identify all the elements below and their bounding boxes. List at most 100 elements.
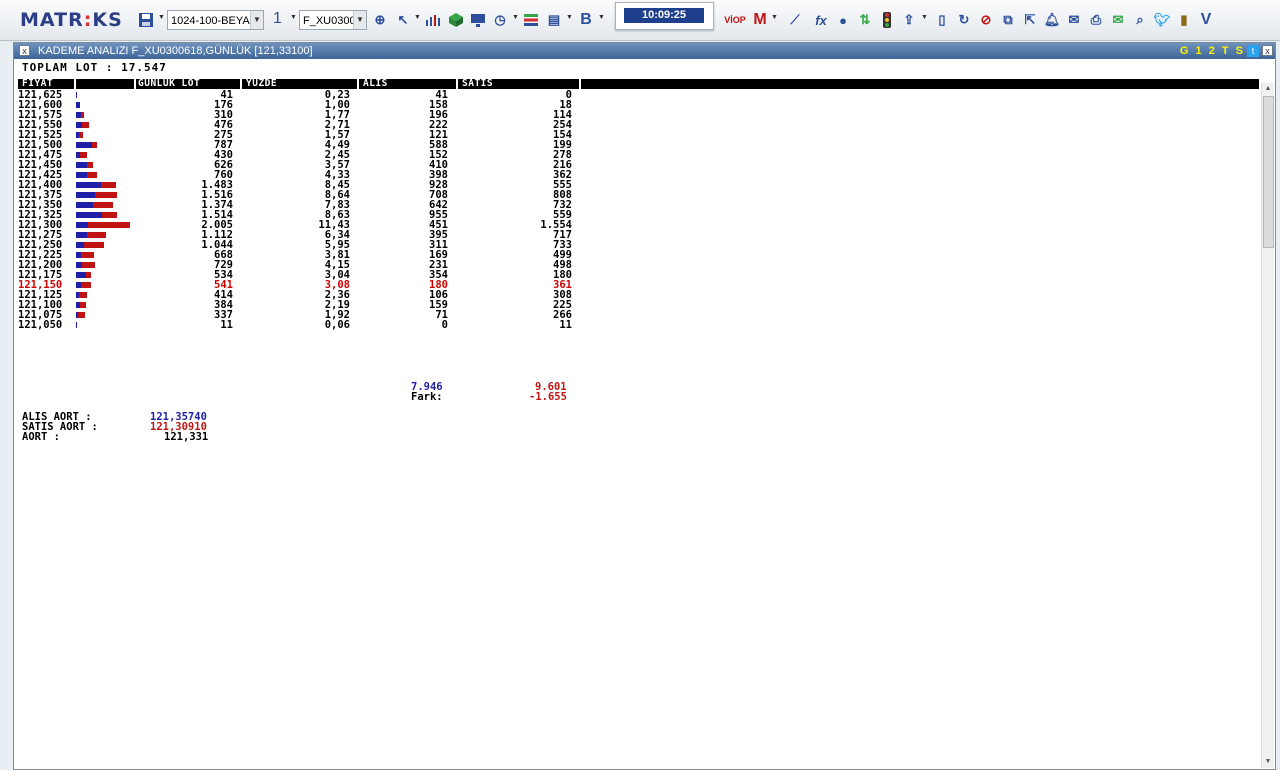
external-icon[interactable]: ⇱: [1021, 11, 1039, 29]
sell-bar: [84, 242, 104, 248]
table-row[interactable]: 121,050 11 0,06 0 11: [18, 320, 618, 331]
column-divider[interactable]: [240, 79, 242, 89]
pin-icon[interactable]: ⊘: [977, 11, 995, 29]
chat-icon[interactable]: ✉: [1109, 11, 1127, 29]
transfer-icon[interactable]: ⇅: [856, 11, 874, 29]
sell-bar: [81, 282, 91, 288]
g12ts-tag[interactable]: G 1 2 T S: [1180, 43, 1245, 59]
refresh-icon[interactable]: ↻: [955, 11, 973, 29]
analysis-icon[interactable]: ⊕: [371, 11, 389, 29]
bold-icon[interactable]: B: [577, 11, 595, 29]
book-icon[interactable]: ▮: [1175, 11, 1193, 29]
twitter-icon[interactable]: 🐦︎: [1153, 11, 1171, 29]
col-satis[interactable]: SATIS: [462, 79, 493, 89]
save-dropdown-caret[interactable]: ▼: [158, 14, 165, 21]
table-row[interactable]: 121,075 337 1,92 71 266: [18, 310, 618, 321]
symbol-select[interactable]: F_XU0300 ▼: [299, 10, 367, 30]
chart-icon[interactable]: [424, 11, 442, 29]
sell-bar: [82, 122, 89, 128]
table-row[interactable]: 121,600 176 1,00 158 18: [18, 100, 618, 111]
print-icon[interactable]: ⎙: [1087, 11, 1105, 29]
window-pin-button[interactable]: x: [19, 45, 30, 56]
scroll-up-icon[interactable]: ▲: [1262, 83, 1274, 95]
upload-icon[interactable]: ⇪: [900, 11, 918, 29]
table-row[interactable]: 121,125 414 2,36 106 308: [18, 290, 618, 301]
table-row[interactable]: 121,350 1.374 7,83 642 732: [18, 200, 618, 211]
sell-bar: [93, 202, 113, 208]
column-divider[interactable]: [74, 79, 76, 89]
table-row[interactable]: 121,500 787 4,49 588 199: [18, 140, 618, 151]
table-row[interactable]: 121,225 668 3,81 169 499: [18, 250, 618, 261]
user-icon[interactable]: ●: [834, 11, 852, 29]
grid-dropdown-caret[interactable]: ▼: [566, 14, 573, 21]
twitter-share-icon[interactable]: t: [1247, 45, 1259, 57]
column-divider[interactable]: [357, 79, 359, 89]
buy-bar: [76, 102, 80, 108]
table-row[interactable]: 121,575 310 1,77 196 114: [18, 110, 618, 121]
formula-icon[interactable]: fx: [812, 11, 830, 29]
col-fiyat[interactable]: FİYAT: [22, 79, 53, 89]
sell-bar: [87, 232, 106, 238]
window-close-button[interactable]: x: [1262, 45, 1273, 56]
table-row[interactable]: 121,275 1.112 6,34 395 717: [18, 230, 618, 241]
chevron-down-icon[interactable]: ▼: [353, 11, 366, 29]
table-row[interactable]: 121,175 534 3,04 354 180: [18, 270, 618, 281]
clock-display: 10:09:25: [615, 2, 714, 30]
cube-icon[interactable]: [447, 11, 465, 29]
m-dropdown-caret[interactable]: ▼: [771, 14, 778, 21]
buy-bar: [76, 212, 102, 218]
line-chart-icon[interactable]: ⟋: [786, 11, 804, 29]
table-row[interactable]: 121,425 760 4,33 398 362: [18, 170, 618, 181]
kademe-content: TOPLAM LOT : 17.547 FİYAT GUNLUK LOT YUZ…: [18, 59, 1259, 769]
table-row[interactable]: 121,525 275 1,57 121 154: [18, 130, 618, 141]
col-gunluk-lot[interactable]: GUNLUK LOT: [138, 79, 200, 89]
bold-dropdown-caret[interactable]: ▼: [598, 14, 605, 21]
document-icon[interactable]: ▯: [933, 11, 951, 29]
table-row[interactable]: 121,625 41 0,23 41 0: [18, 90, 618, 101]
table-row[interactable]: 121,400 1.483 8,45 928 555: [18, 180, 618, 191]
buy-bar: [76, 222, 88, 228]
column-divider[interactable]: [134, 79, 136, 89]
scroll-thumb[interactable]: [1263, 96, 1274, 248]
mail-icon[interactable]: ✉: [1065, 11, 1083, 29]
table-header: FİYAT GUNLUK LOT YUZDE ALIS SATIS: [18, 79, 1259, 89]
vertical-scrollbar[interactable]: ▲ ▼: [1261, 83, 1274, 768]
col-alis[interactable]: ALIS: [363, 79, 388, 89]
list-icon[interactable]: [522, 11, 540, 29]
table-row[interactable]: 121,150 541 3,08 180 361: [18, 280, 618, 291]
table-row[interactable]: 121,550 476 2,71 222 254: [18, 120, 618, 131]
bell-icon[interactable]: 🔔︎: [1043, 11, 1061, 29]
grid-icon[interactable]: ▤: [545, 11, 563, 29]
table-row[interactable]: 121,200 729 4,15 231 498: [18, 260, 618, 271]
clock-icon[interactable]: ◷: [491, 11, 509, 29]
v-icon[interactable]: V: [1197, 11, 1215, 29]
monitor-icon[interactable]: [469, 11, 487, 29]
aort-label: AORT :: [22, 431, 60, 443]
page-dropdown-caret[interactable]: ▼: [290, 14, 297, 21]
m-icon[interactable]: M: [751, 11, 769, 29]
window-icon[interactable]: ⧉: [999, 11, 1017, 29]
page-number[interactable]: 1: [273, 10, 282, 28]
chevron-down-icon[interactable]: ▼: [250, 11, 263, 29]
table-row[interactable]: 121,100 384 2,19 159 225: [18, 300, 618, 311]
table-row[interactable]: 121,475 430 2,45 152 278: [18, 150, 618, 161]
table-row[interactable]: 121,300 2.005 11,43 451 1.554: [18, 220, 618, 231]
column-divider[interactable]: [579, 79, 581, 89]
matriks-logo: MATR:KS: [20, 9, 123, 31]
cursor-dropdown-caret[interactable]: ▼: [414, 14, 421, 21]
col-yuzde[interactable]: YUZDE: [246, 79, 277, 89]
scroll-down-icon[interactable]: ▼: [1262, 756, 1274, 768]
main-toolbar: MATR:KS ▼ 1024-100-BEYA ▼ 1 ▼ F_XU0300 ▼…: [0, 0, 1280, 41]
column-divider[interactable]: [456, 79, 458, 89]
table-row[interactable]: 121,250 1.044 5,95 311 733: [18, 240, 618, 251]
viop-icon[interactable]: VİOP: [724, 11, 746, 29]
table-row[interactable]: 121,450 626 3,57 410 216: [18, 160, 618, 171]
layout-select[interactable]: 1024-100-BEYA ▼: [167, 10, 264, 30]
table-row[interactable]: 121,375 1.516 8,64 708 808: [18, 190, 618, 201]
upload-dropdown-caret[interactable]: ▼: [921, 14, 928, 21]
clock-dropdown-caret[interactable]: ▼: [512, 14, 519, 21]
cursor-icon[interactable]: ↖: [394, 11, 412, 29]
save-icon[interactable]: [137, 11, 155, 29]
traffic-light-icon[interactable]: [878, 11, 896, 29]
zoom-icon[interactable]: ⌕: [1131, 11, 1149, 29]
